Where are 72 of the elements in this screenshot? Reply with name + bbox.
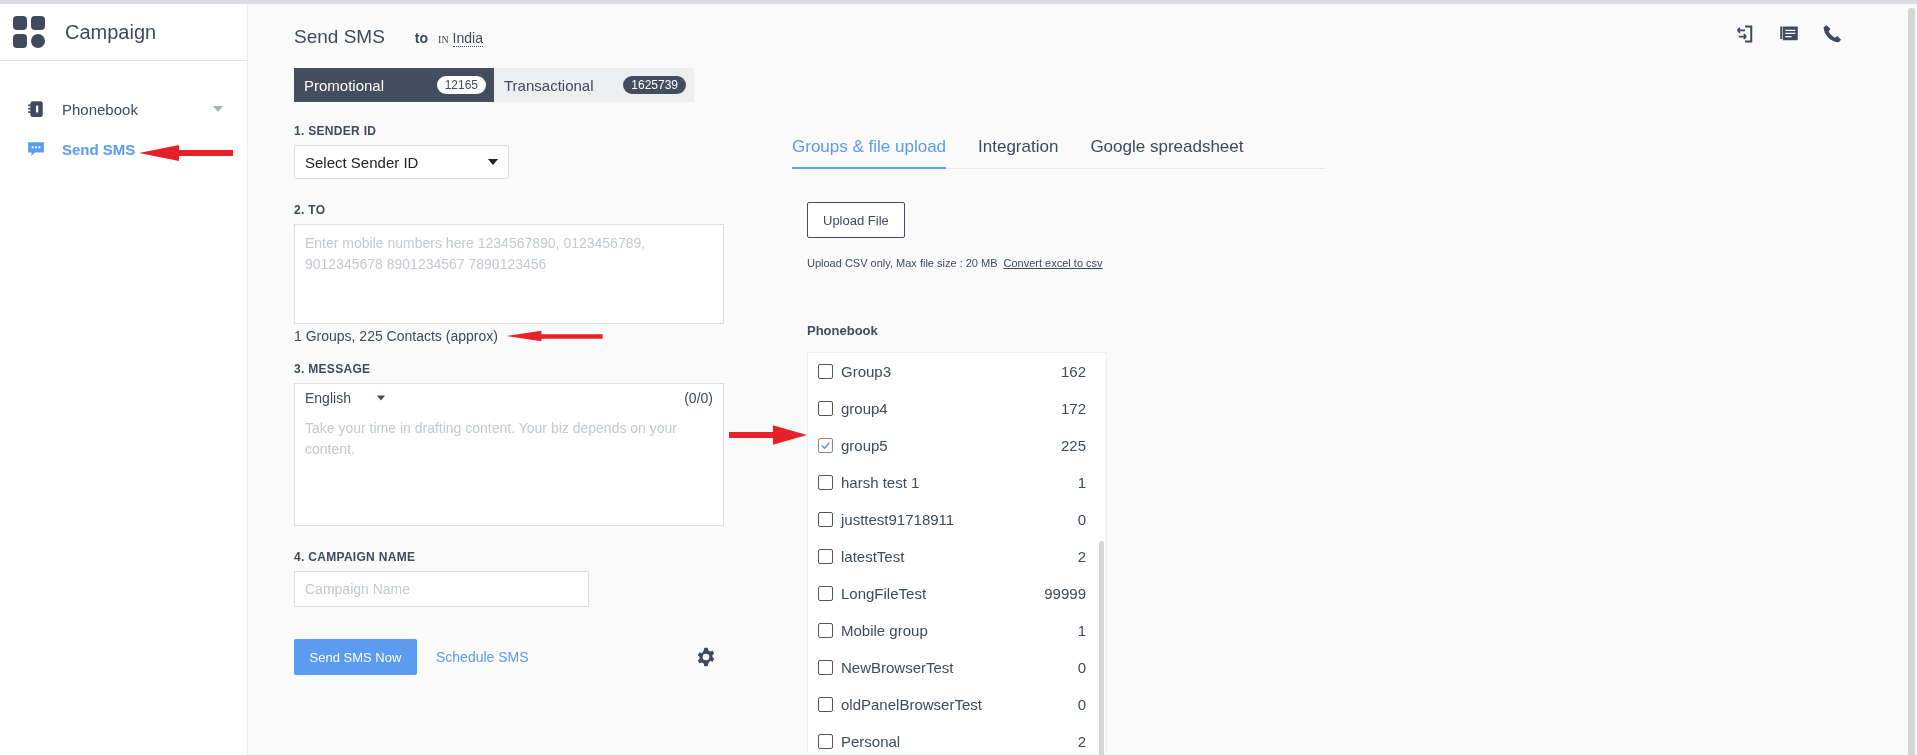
group-name: group4 xyxy=(841,400,889,417)
source-tab[interactable]: Integration xyxy=(978,137,1059,169)
campaign-name-input-field[interactable]: Campaign Name xyxy=(294,571,589,607)
contacts-summary: 1 Groups, 225 Contacts (approx) xyxy=(294,328,498,344)
field-label: 1. SENDER ID xyxy=(294,124,378,138)
checkmark-icon xyxy=(820,440,831,451)
caret-icon xyxy=(376,395,385,401)
chat-icon xyxy=(27,140,45,158)
checkbox[interactable] xyxy=(818,438,833,453)
page-scrollbar[interactable] xyxy=(1908,8,1915,755)
group-name: oldPanelBrowserTest xyxy=(841,696,983,713)
country-code: IN xyxy=(438,34,449,45)
group-count: 1 xyxy=(1077,622,1086,639)
field-label: 4. CAMPAIGN NAME xyxy=(294,550,417,564)
phonebook-icon xyxy=(27,100,45,118)
route-tab[interactable]: Promotional 12165 xyxy=(294,68,494,102)
group-count: 172 xyxy=(1060,400,1086,417)
count-badge: 12165 xyxy=(436,76,486,94)
group-name: justtest91718911 xyxy=(841,511,956,528)
logout-icon[interactable] xyxy=(1735,24,1755,44)
convert-link[interactable]: Convert excel to csv xyxy=(1003,257,1103,269)
group-name: harsh test 1 xyxy=(841,474,921,491)
checkbox[interactable] xyxy=(818,623,833,638)
group-count: 0 xyxy=(1077,659,1086,676)
checkbox[interactable] xyxy=(818,549,833,564)
group-count: 0 xyxy=(1077,696,1086,713)
checkbox[interactable] xyxy=(818,697,833,712)
checkbox[interactable] xyxy=(818,660,833,675)
group-name: LongFileTest xyxy=(841,585,928,602)
country-link[interactable]: India xyxy=(452,30,483,47)
scrollbar[interactable] xyxy=(1099,541,1104,755)
field-label: 3. MESSAGE xyxy=(294,362,372,376)
group-count: 1 xyxy=(1077,474,1086,491)
group-count: 2 xyxy=(1077,733,1086,750)
caret-icon xyxy=(213,106,223,112)
group-count: 0 xyxy=(1077,511,1086,528)
checkbox[interactable] xyxy=(818,512,833,527)
caret-icon xyxy=(488,159,498,165)
phone-icon[interactable] xyxy=(1823,24,1843,44)
group-name: Mobile group xyxy=(841,622,929,639)
settings-icon[interactable] xyxy=(696,647,716,667)
group-count: 162 xyxy=(1060,363,1086,380)
checkbox[interactable] xyxy=(818,401,833,416)
field-label: 2. TO xyxy=(294,203,327,217)
upload-hint: Upload CSV only, Max file size : 20 MB xyxy=(807,257,998,269)
count-badge: 1625739 xyxy=(623,76,686,94)
group-name: NewBrowserTest xyxy=(841,659,955,676)
numbers-input-field[interactable]: Enter mobile numbers here 1234567890, 0123456789, 9012345678 8901234567 7890123456 xyxy=(294,224,724,324)
checkbox[interactable] xyxy=(818,586,833,601)
group-count: 99999 xyxy=(1044,585,1086,602)
checkbox[interactable] xyxy=(818,475,833,490)
group-name: Personal xyxy=(841,733,902,750)
checkbox[interactable] xyxy=(818,364,833,379)
group-name: latestTest xyxy=(841,548,906,565)
phonebook-heading: Phonebook xyxy=(807,323,879,338)
page-title: Send SMS xyxy=(294,26,385,48)
message-editor[interactable]: English (0/0) Take your time in drafting content. Your biz depends on your content. xyxy=(294,383,724,526)
sidebar-item[interactable]: Phonebook xyxy=(0,89,247,129)
group-name: Group3 xyxy=(841,363,893,380)
character-counter: (0/0) xyxy=(684,390,713,406)
upload-file-button[interactable]: Upload File xyxy=(807,202,905,238)
app-logo-icon xyxy=(13,16,45,48)
to-label: to xyxy=(414,30,429,46)
checkbox[interactable] xyxy=(818,734,833,749)
sender-id-dropdown[interactable]: Select Sender ID xyxy=(294,145,509,179)
group-name: group5 xyxy=(841,437,889,454)
group-count: 225 xyxy=(1060,437,1086,454)
source-tab[interactable]: Google spreadsheet xyxy=(1090,137,1244,169)
app-title: Campaign xyxy=(65,20,157,44)
language-dropdown[interactable]: English xyxy=(305,390,385,406)
group-count: 2 xyxy=(1077,548,1086,565)
route-tab[interactable]: Transactional 1625739 xyxy=(494,68,694,102)
